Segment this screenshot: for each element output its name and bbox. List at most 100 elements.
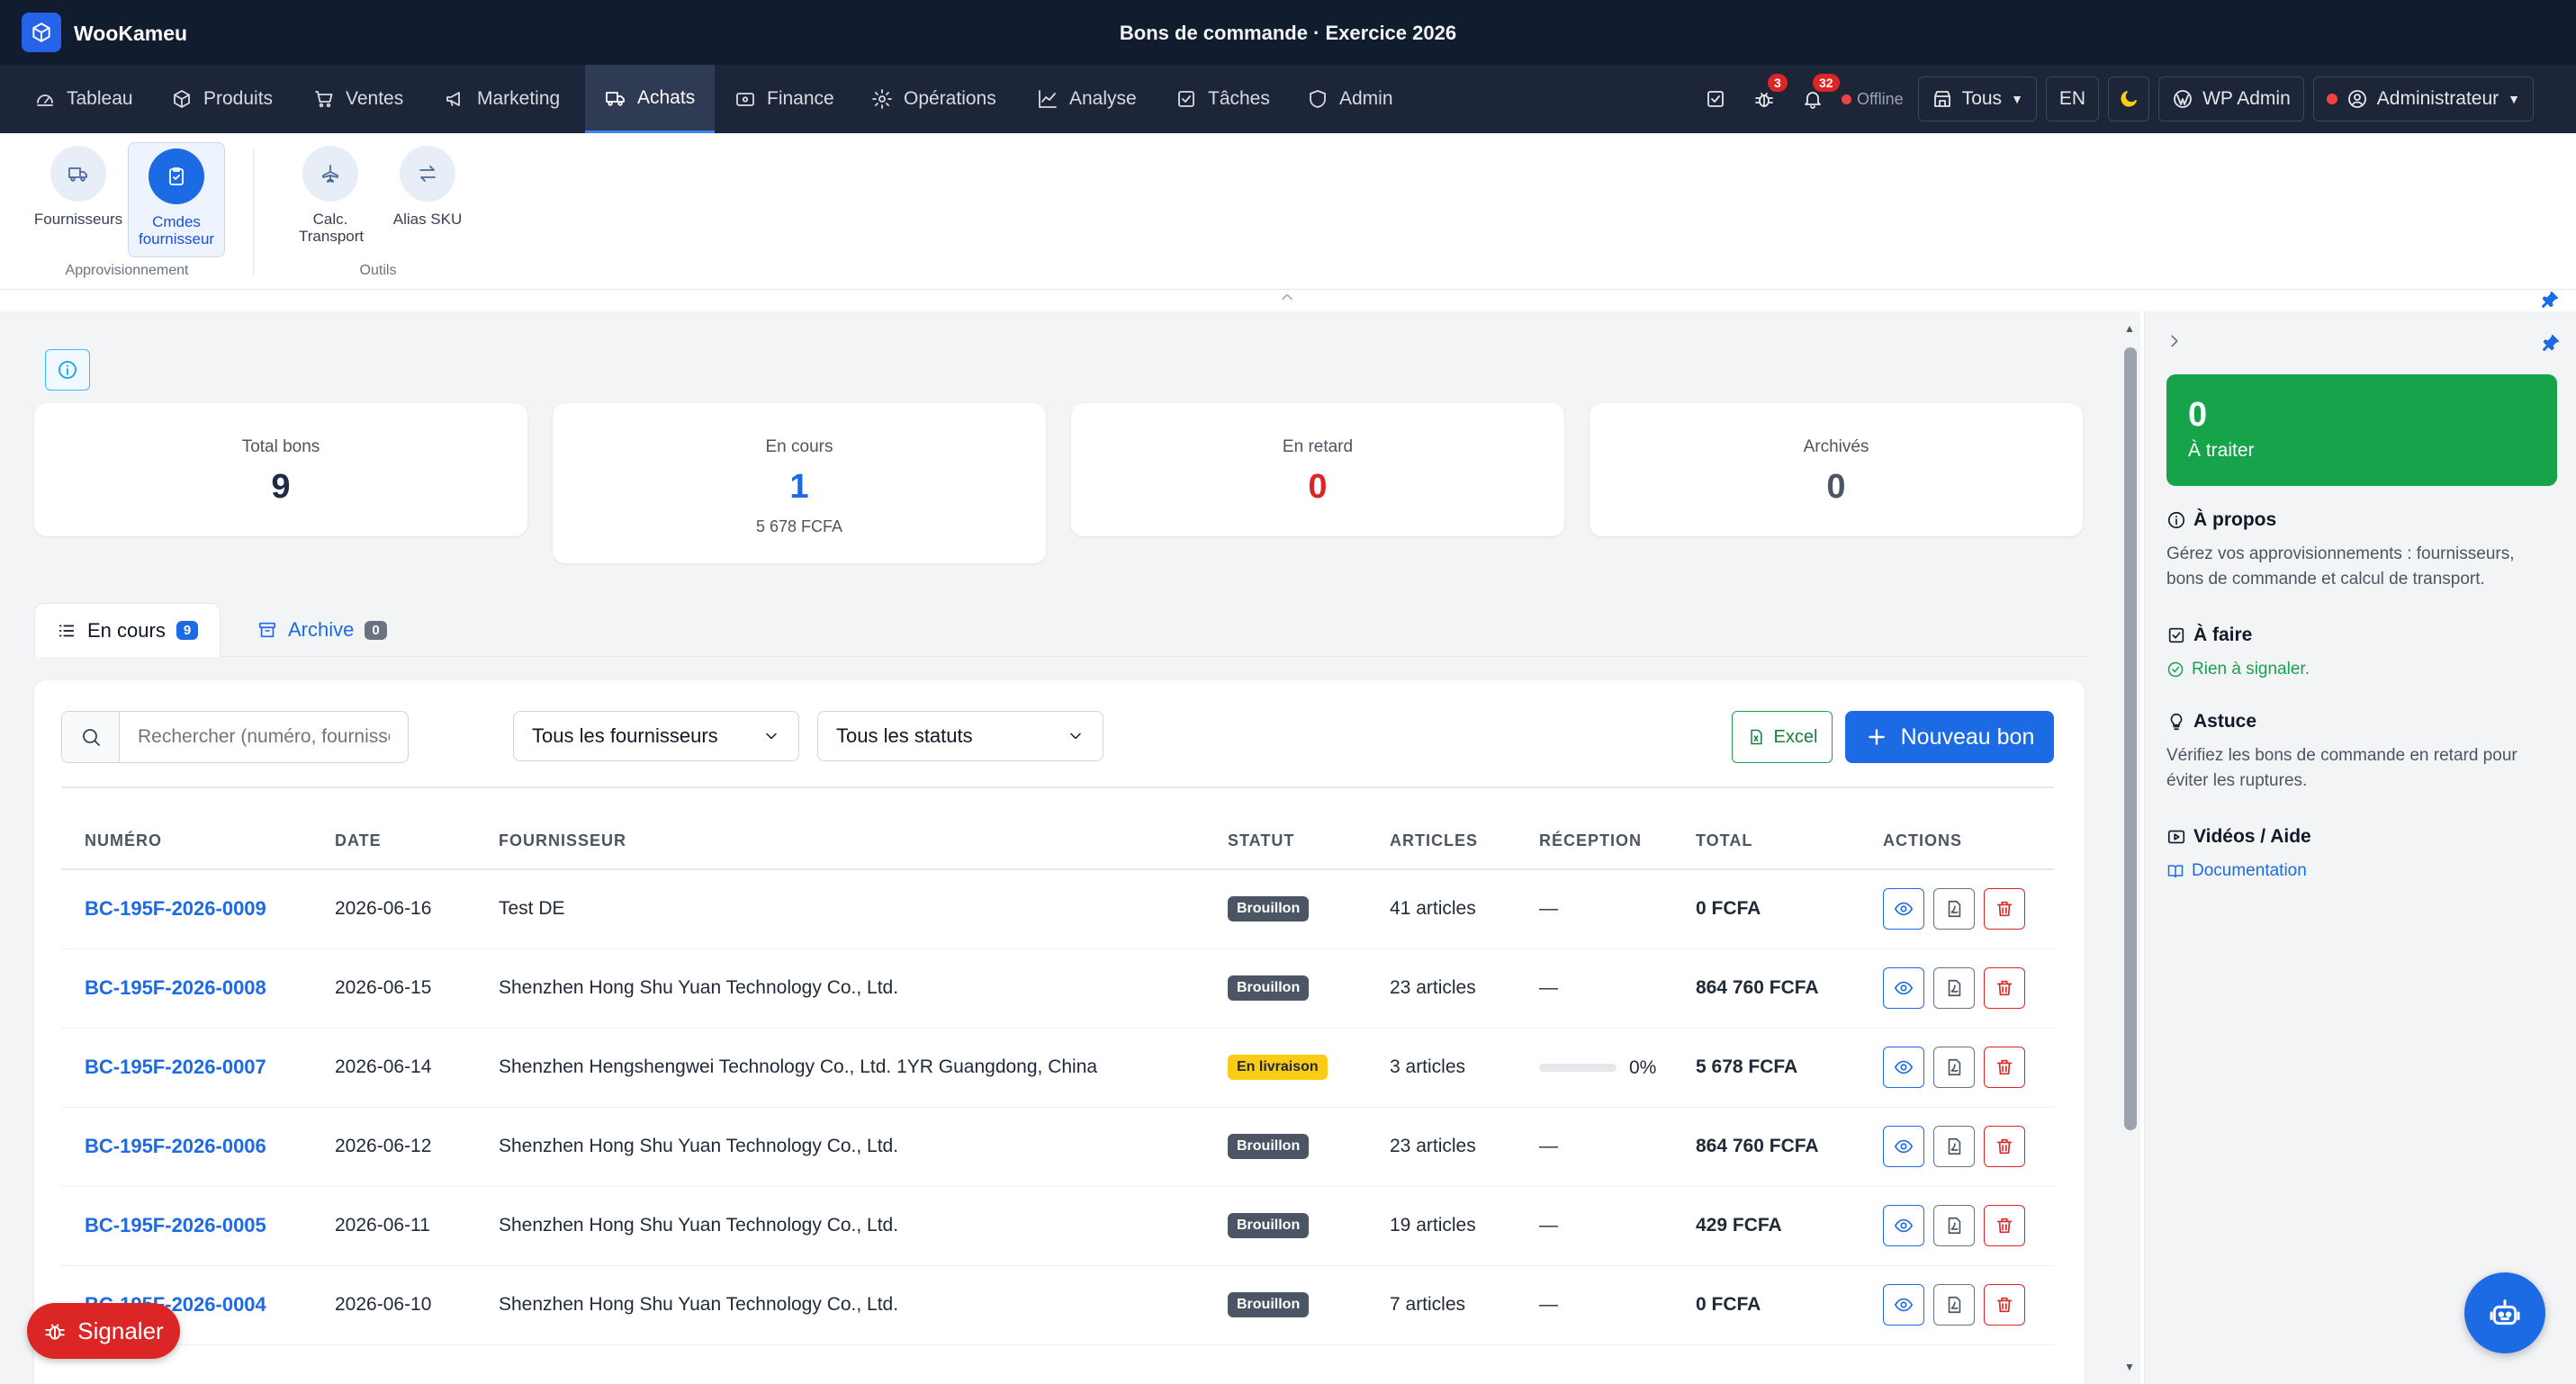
- signaler-button[interactable]: Signaler: [27, 1303, 180, 1359]
- tasks-check-button[interactable]: [1696, 79, 1735, 119]
- order-number-link[interactable]: BC-195F-2026-0009: [61, 869, 311, 949]
- delete-button[interactable]: [1984, 1126, 2025, 1167]
- ribbon-calc-transport[interactable]: Calc. Transport: [281, 146, 380, 245]
- pdf-icon: [1944, 1216, 1964, 1236]
- todo-summary-card[interactable]: 0 À traiter: [2166, 374, 2557, 486]
- status-cell: Brouillon: [1204, 1265, 1366, 1345]
- order-date: 2026-06-14: [311, 1028, 475, 1108]
- nav-item-taches[interactable]: Tâches: [1161, 65, 1284, 133]
- pdf-button[interactable]: [1933, 1205, 1975, 1246]
- order-total: 5 678 FCFA: [1672, 1028, 1860, 1108]
- order-date: 2026-06-12: [311, 1107, 475, 1187]
- ribbon-alias-sku[interactable]: Alias SKU: [378, 146, 477, 228]
- reception-value: —: [1539, 1215, 1558, 1236]
- pdf-button[interactable]: [1933, 888, 1975, 930]
- collapse-ribbon-chevron-icon[interactable]: [1278, 288, 1296, 306]
- status-cell: Brouillon: [1204, 1107, 1366, 1187]
- offline-status: Offline: [1842, 90, 1904, 109]
- nav-item-operations[interactable]: Opérations: [857, 65, 1011, 133]
- nav-item-marketing[interactable]: Marketing: [430, 65, 574, 133]
- pdf-icon: [1944, 899, 1964, 919]
- language-label: EN: [2058, 88, 2086, 109]
- view-button[interactable]: [1883, 888, 1924, 930]
- table-row[interactable]: BC-195F-2026-0005 2026-06-11 Shenzhen Hong…: [61, 1186, 2054, 1266]
- view-button[interactable]: [1883, 1284, 1924, 1326]
- col-numero[interactable]: NUMÉRO: [61, 813, 311, 870]
- notifications-button[interactable]: 32: [1793, 74, 1840, 119]
- table-row[interactable]: BC-195F-2026-0008 2026-06-15 Shenzhen Hong…: [61, 948, 2054, 1029]
- order-number-link[interactable]: BC-195F-2026-0006: [61, 1107, 311, 1187]
- nav-item-ventes[interactable]: Ventes: [299, 65, 418, 133]
- scrollbar-thumb[interactable]: [2124, 347, 2137, 1130]
- scroll-down-icon[interactable]: ▼: [2124, 1361, 2135, 1373]
- reception-progress: 0%: [1539, 1057, 1656, 1079]
- col-fournisseur[interactable]: FOURNISSEUR: [475, 813, 1204, 870]
- stat-card-total: Total bons 9: [34, 403, 527, 536]
- delete-button[interactable]: [1984, 888, 2025, 930]
- ribbon-fournisseurs[interactable]: Fournisseurs: [29, 146, 128, 228]
- pdf-button[interactable]: [1933, 1284, 1975, 1326]
- store-select[interactable]: Tous ▼: [1917, 76, 2037, 121]
- col-reception[interactable]: RÉCEPTION: [1516, 813, 1672, 870]
- new-order-button[interactable]: Nouveau bon: [1845, 711, 2054, 763]
- pdf-button[interactable]: [1933, 1126, 1975, 1167]
- pdf-icon: [1944, 978, 1964, 998]
- todo-title: À faire: [2193, 625, 2253, 645]
- title-bar: WooKameu Bons de commande · Exercice 202…: [0, 0, 2576, 65]
- nav-item-achats[interactable]: Achats: [585, 65, 716, 133]
- delete-button[interactable]: [1984, 1284, 2025, 1326]
- orders-card: Tous les fournisseurs Tous les statuts E…: [34, 680, 2085, 1384]
- documentation-link[interactable]: Documentation: [2166, 858, 2553, 884]
- excel-label: Excel: [1773, 726, 1818, 747]
- user-menu[interactable]: Administrateur ▼: [2312, 76, 2535, 121]
- pdf-button[interactable]: [1933, 1047, 1975, 1088]
- info-button[interactable]: [45, 349, 90, 391]
- delete-button[interactable]: [1984, 1205, 2025, 1246]
- col-statut[interactable]: STATUT: [1204, 813, 1366, 870]
- language-button[interactable]: EN: [2045, 76, 2100, 121]
- delete-button[interactable]: [1984, 967, 2025, 1009]
- theme-toggle[interactable]: [2108, 76, 2150, 121]
- nav-item-produits[interactable]: Produits: [157, 65, 287, 133]
- supplier-filter-select[interactable]: Tous les fournisseurs: [513, 711, 799, 761]
- nav-item-tableau[interactable]: Tableau: [20, 65, 148, 133]
- col-total[interactable]: TOTAL: [1672, 813, 1860, 870]
- collapse-panel-chevron-icon[interactable]: [2165, 331, 2184, 351]
- archive-icon: [258, 622, 276, 638]
- status-filter-select[interactable]: Tous les statuts: [817, 711, 1103, 761]
- table-row[interactable]: BC-195F-2026-0009 2026-06-16 Test DE Brouil…: [61, 869, 2054, 949]
- tab-en-cours[interactable]: En cours 9: [34, 603, 221, 657]
- delete-button[interactable]: [1984, 1047, 2025, 1088]
- order-number-link[interactable]: BC-195F-2026-0008: [61, 948, 311, 1029]
- search-input[interactable]: [120, 726, 390, 748]
- col-articles[interactable]: ARTICLES: [1366, 813, 1516, 870]
- assistant-bot-button[interactable]: [2464, 1272, 2545, 1353]
- table-row[interactable]: BC-195F-2026-0007 2026-06-14 Shenzhen Heng…: [61, 1028, 2054, 1108]
- bug-report-button[interactable]: 3: [1744, 74, 1788, 119]
- scroll-up-icon[interactable]: ▲: [2124, 322, 2135, 335]
- reception-cell: 0%: [1516, 1028, 1672, 1108]
- view-button[interactable]: [1883, 1126, 1924, 1167]
- nav-item-admin[interactable]: Admin: [1293, 65, 1408, 133]
- view-button[interactable]: [1883, 967, 1924, 1009]
- main-scrollbar[interactable]: ▲ ▼: [2121, 311, 2140, 1384]
- pin-ribbon-icon[interactable]: [2540, 290, 2560, 310]
- view-button[interactable]: [1883, 1047, 1924, 1088]
- excel-export-button[interactable]: Excel: [1732, 711, 1833, 763]
- pin-panel-icon[interactable]: [2541, 333, 2561, 353]
- nav-item-analyse[interactable]: Analyse: [1022, 65, 1151, 133]
- pdf-button[interactable]: [1933, 967, 1975, 1009]
- col-date[interactable]: DATE: [311, 813, 475, 870]
- order-number-link[interactable]: BC-195F-2026-0005: [61, 1186, 311, 1266]
- wp-admin-button[interactable]: WP Admin: [2158, 76, 2304, 121]
- order-articles: 19 articles: [1366, 1186, 1516, 1266]
- todo-section: À faire Rien à signaler.: [2166, 625, 2553, 682]
- table-row[interactable]: BC-195F-2026-0004 2026-06-10 Shenzhen Hong…: [61, 1265, 2054, 1345]
- nav-item-finance[interactable]: Finance: [720, 65, 849, 133]
- view-button[interactable]: [1883, 1205, 1924, 1246]
- ribbon-cmdes-fournisseur[interactable]: Cmdes fournisseur: [128, 142, 225, 257]
- table-row[interactable]: BC-195F-2026-0006 2026-06-12 Shenzhen Hong…: [61, 1107, 2054, 1187]
- order-number-link[interactable]: BC-195F-2026-0007: [61, 1028, 311, 1108]
- orders-table: NUMÉRO DATE FOURNISSEUR STATUT ARTICLES …: [61, 813, 2054, 1345]
- tab-archive[interactable]: Archive 0: [236, 603, 409, 657]
